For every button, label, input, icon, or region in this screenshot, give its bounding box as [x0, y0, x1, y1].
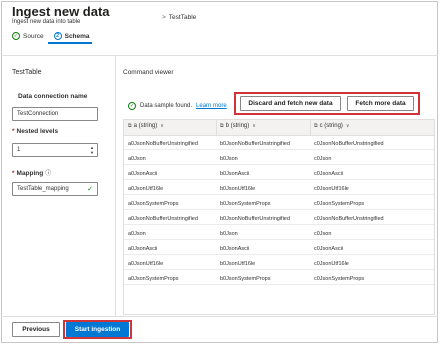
table-cell: b0Json	[220, 156, 238, 162]
wizard-steps: ✓ Source 2 Schema	[12, 30, 90, 42]
learn-more-link[interactable]: Learn more	[196, 103, 227, 109]
footer-divider	[1, 316, 438, 317]
nested-levels-label: * Nested levels	[12, 128, 59, 135]
table-cell: a0JsonAscii	[128, 171, 158, 177]
table-row: a0JsonAscii b0JsonAscii c0JsonAscii	[124, 243, 434, 255]
start-ingestion-button[interactable]: Start ingestion	[66, 322, 129, 337]
check-icon: ✓	[12, 32, 20, 40]
table-cell: a0Json	[128, 231, 146, 237]
mapping-label: * Mapping ⓘ	[12, 170, 52, 177]
string-type-icon: ⧉	[314, 123, 318, 129]
table-cell: b0JsonNoBufferUnstringified	[220, 216, 290, 222]
breadcrumb: > TestTable	[162, 14, 196, 21]
column-header-c[interactable]: ⧉ c (string) ∨	[314, 123, 350, 129]
success-check-icon: ✓	[128, 102, 136, 110]
table-row: a0JsonSystemProps b0JsonSystemProps c0Json…	[124, 273, 434, 285]
table-cell: c0JsonAscii	[314, 246, 344, 252]
table-row: a0JsonAscii b0JsonAscii c0JsonAscii	[124, 168, 434, 180]
nested-levels-value: 1	[17, 147, 21, 153]
tab-source-label: Source	[23, 32, 44, 40]
table-cell: a0JsonNoBufferUnstringified	[128, 216, 198, 222]
table-cell: b0Json	[220, 231, 238, 237]
table-cell: c0JsonAscii	[314, 171, 344, 177]
table-cell: a0JsonSystemProps	[128, 276, 179, 282]
table-cell: c0JsonUtf16le	[314, 261, 349, 267]
table-header: ⧉ a (string) ∨ ⧉ b (string) ∨ ⧉ c (strin…	[124, 120, 434, 136]
chevron-down-icon[interactable]: ∨	[160, 123, 164, 129]
table-cell: a0JsonUtf16le	[128, 261, 164, 267]
table-cell: b0JsonAscii	[220, 171, 250, 177]
required-marker: *	[12, 170, 15, 177]
chevron-down-icon[interactable]: ∨	[346, 123, 350, 129]
required-marker: *	[12, 128, 15, 135]
table-cell: c0Json	[314, 231, 332, 237]
chevron-right-icon: >	[162, 14, 166, 21]
connection-label: Data connection name	[18, 93, 88, 100]
table-row: a0JsonSystemProps b0JsonSystemProps c0Json…	[124, 198, 434, 210]
nested-levels-stepper[interactable]: 1 ▲ ▼	[12, 143, 98, 157]
string-type-icon: ⧉	[128, 123, 132, 129]
valid-check-icon: ✓	[87, 186, 93, 193]
table-cell: a0JsonAscii	[128, 246, 158, 252]
tab-schema[interactable]: 2 Schema	[53, 32, 90, 40]
table-cell: c0JsonNoBufferUnstringified	[314, 141, 384, 147]
column-header-a[interactable]: ⧉ a (string) ∨	[128, 123, 164, 129]
table-row: a0JsonUtf16le b0JsonUtf16le c0JsonUtf16le	[124, 183, 434, 195]
previous-button[interactable]: Previous	[12, 322, 60, 337]
step-number-icon: 2	[53, 32, 62, 40]
connection-name-input[interactable]: TestConnection	[12, 107, 98, 121]
table-cell: b0JsonUtf16le	[220, 186, 256, 192]
table-cell: c0JsonSystemProps	[314, 201, 365, 207]
table-row: a0Json b0Json c0Json	[124, 153, 434, 165]
panel-divider	[115, 56, 116, 316]
active-tab-indicator	[48, 42, 92, 44]
command-viewer-link[interactable]: Command viewer	[123, 69, 174, 76]
table-row: a0JsonNoBufferUnstringified b0JsonNoBuffe…	[124, 213, 434, 225]
banner-text: Data sample found.	[140, 103, 193, 109]
page-subtitle: Ingest new data into table	[12, 19, 81, 25]
table-row: a0Json b0Json c0Json	[124, 228, 434, 240]
connection-name-value: TestConnection	[17, 111, 59, 117]
table-cell: b0JsonSystemProps	[220, 276, 271, 282]
table-row: a0JsonUtf16le b0JsonUtf16le c0JsonUtf16le	[124, 258, 434, 270]
table-cell: a0JsonSystemProps	[128, 201, 179, 207]
fetch-more-button[interactable]: Fetch more data	[347, 96, 414, 111]
table-cell: a0Json	[128, 156, 146, 162]
table-cell: b0JsonNoBufferUnstringified	[220, 141, 290, 147]
column-header-b[interactable]: ⧉ b (string) ∨	[220, 123, 256, 129]
fetch-buttons-highlight: Discard and fetch new data Fetch more da…	[234, 92, 420, 115]
start-button-highlight: Start ingestion	[63, 320, 132, 339]
string-type-icon: ⧉	[220, 123, 224, 129]
table-cell: b0JsonSystemProps	[220, 201, 271, 207]
discard-fetch-button[interactable]: Discard and fetch new data	[240, 96, 341, 111]
mapping-input[interactable]: TestTable_mapping ✓	[12, 182, 98, 196]
header-divider	[1, 55, 438, 56]
page-title: Ingest new data	[12, 4, 110, 19]
table-name: TestTable	[12, 69, 42, 76]
table-cell: c0JsonSystemProps	[314, 276, 365, 282]
table-cell: b0JsonAscii	[220, 246, 250, 252]
info-icon[interactable]: ⓘ	[45, 171, 51, 177]
table-cell: c0JsonUtf16le	[314, 186, 349, 192]
tab-schema-label: Schema	[64, 32, 90, 40]
spinner-arrows-icon[interactable]: ▲ ▼	[90, 145, 94, 155]
table-cell: b0JsonUtf16le	[220, 261, 256, 267]
table-row: a0JsonNoBufferUnstringified b0JsonNoBuffe…	[124, 138, 434, 150]
table-cell: c0JsonNoBufferUnstringified	[314, 216, 384, 222]
table-cell: a0JsonUtf16le	[128, 186, 164, 192]
mapping-value: TestTable_mapping	[17, 186, 69, 192]
data-preview-table: ⧉ a (string) ∨ ⧉ b (string) ∨ ⧉ c (strin…	[123, 119, 435, 315]
breadcrumb-item: TestTable	[168, 14, 197, 21]
chevron-down-icon[interactable]: ∨	[252, 123, 256, 129]
table-cell: a0JsonNoBufferUnstringified	[128, 141, 198, 147]
column-separator	[310, 120, 311, 136]
tab-source[interactable]: ✓ Source	[12, 32, 44, 40]
column-separator	[216, 120, 217, 136]
table-cell: c0Json	[314, 156, 332, 162]
